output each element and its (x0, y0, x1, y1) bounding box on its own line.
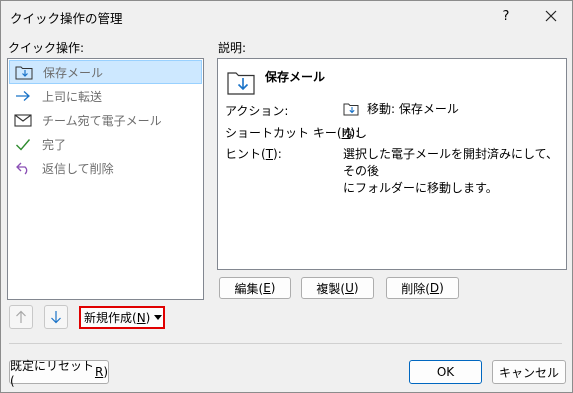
duplicate-accesskey: U (345, 281, 354, 295)
hint-label-text: ヒント( (225, 147, 266, 161)
new-text: 新規作成( (84, 311, 137, 325)
dropdown-arrow-icon (154, 314, 163, 320)
edit-text: 編集( (234, 281, 264, 296)
list-item[interactable]: 返信して削除 (8, 156, 203, 180)
reset-accesskey: R (94, 365, 104, 379)
list-item-label: 上司に転送 (42, 89, 103, 104)
folder-arrow-icon (13, 63, 35, 81)
reset-text: 既定にリセット( (10, 358, 95, 388)
hint-label-accesskey: T (265, 147, 274, 161)
ok-button[interactable]: OK (409, 360, 482, 384)
list-item[interactable]: チーム宛て電子メール (8, 108, 203, 132)
title-bar: クイック操作の管理 ? (1, 1, 572, 31)
manage-quick-steps-dialog: クイック操作の管理 ? クイック操作: 説明: 保存メール 上司に転送 チーム宛… (0, 0, 573, 393)
list-item[interactable]: 保存メール (9, 60, 202, 84)
hint-label: ヒント(T): (225, 145, 282, 162)
hint-line-2: にフォルダーに移動します。 (343, 181, 498, 195)
close-icon (545, 10, 557, 22)
edit-accesskey: E (263, 281, 271, 295)
new-suffix: ) (145, 310, 151, 325)
checkmark-icon (12, 135, 34, 153)
reset-suffix: ) (103, 365, 108, 379)
list-item[interactable]: 完了 (8, 132, 203, 156)
quick-step-name: 保存メール (265, 70, 326, 84)
action-value-text: 移動: 保存メール (367, 102, 459, 116)
envelope-icon (12, 111, 34, 129)
help-icon: ? (502, 8, 510, 24)
dialog-title: クイック操作の管理 (10, 11, 123, 26)
shortcut-label-text: ショートカット キー( (225, 126, 342, 140)
down-arrow-icon (51, 311, 61, 324)
new-button[interactable]: 新規作成(N) (79, 306, 165, 329)
folder-arrow-icon (226, 68, 256, 96)
delete-suffix: ) (439, 281, 444, 295)
cancel-button[interactable]: キャンセル (492, 360, 566, 384)
delete-button[interactable]: 削除(D) (386, 277, 459, 299)
reply-icon (12, 159, 34, 177)
description-panel: 保存メール アクション: 移動: 保存メール ショートカット キー(H): なし… (217, 58, 567, 270)
right-arrow-icon (12, 87, 34, 105)
help-button[interactable]: ? (491, 1, 521, 31)
delete-text: 削除( (401, 281, 430, 296)
divider (9, 343, 562, 344)
move-down-button[interactable] (44, 305, 68, 329)
duplicate-suffix: ) (353, 281, 359, 295)
action-value: 移動: 保存メール (343, 100, 459, 117)
action-label: アクション: (225, 104, 289, 118)
folder-arrow-icon (343, 101, 359, 116)
hint-line-1: 選択した電子メールを開封済みにして、その後 (343, 147, 559, 178)
shortcut-key-value: なし (343, 126, 368, 140)
hint-value: 選択した電子メールを開封済みにして、その後 にフォルダーに移動します。 (343, 145, 566, 196)
reset-to-default-button[interactable]: 既定にリセット(R) (9, 359, 109, 388)
list-item-label: 保存メール (43, 65, 104, 80)
list-item-label: 返信して削除 (42, 161, 114, 176)
delete-accesskey: D (429, 281, 440, 295)
move-up-button[interactable] (9, 305, 33, 329)
duplicate-text: 複製( (316, 281, 346, 296)
quick-steps-list[interactable]: 保存メール 上司に転送 チーム宛て電子メール 完了 返信して削除 (7, 58, 204, 300)
quick-steps-label: クイック操作: (8, 41, 85, 55)
list-item-label: チーム宛て電子メール (42, 113, 162, 128)
duplicate-button[interactable]: 複製(U) (301, 277, 374, 299)
hint-label-suffix: ): (273, 147, 282, 161)
edit-button[interactable]: 編集(E) (219, 277, 291, 299)
new-accesskey: N (136, 310, 146, 325)
description-label: 説明: (218, 41, 247, 55)
list-item[interactable]: 上司に転送 (8, 84, 203, 108)
list-item-label: 完了 (42, 137, 67, 152)
close-button[interactable] (534, 1, 568, 31)
up-arrow-icon (16, 310, 26, 323)
shortcut-key-label: ショートカット キー(H): (225, 124, 359, 141)
edit-suffix: ) (270, 281, 276, 295)
